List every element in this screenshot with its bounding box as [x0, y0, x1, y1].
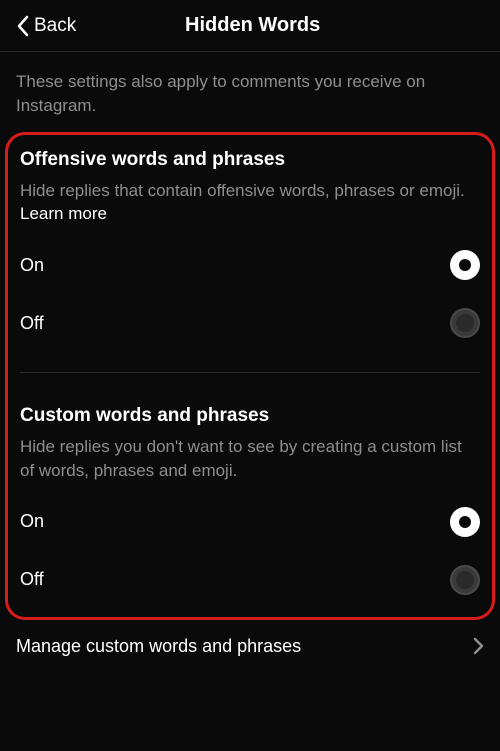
custom-section: Custom words and phrases Hide replies yo…	[8, 395, 492, 609]
chevron-right-icon	[473, 637, 484, 655]
offensive-on-label: On	[20, 255, 44, 276]
offensive-on-row[interactable]: On	[20, 236, 480, 294]
custom-desc: Hide replies you don't want to see by cr…	[20, 435, 480, 483]
offensive-section: Offensive words and phrases Hide replies…	[8, 139, 492, 353]
offensive-title: Offensive words and phrases	[20, 149, 480, 171]
custom-title: Custom words and phrases	[20, 405, 480, 427]
manage-custom-words-row[interactable]: Manage custom words and phrases	[0, 620, 500, 673]
intro-text: These settings also apply to comments yo…	[0, 52, 500, 132]
offensive-off-label: Off	[20, 313, 44, 334]
learn-more-link[interactable]: Learn more	[20, 204, 107, 223]
custom-on-row[interactable]: On	[20, 493, 480, 551]
offensive-desc: Hide replies that contain offensive word…	[20, 179, 480, 227]
manage-label: Manage custom words and phrases	[16, 636, 301, 657]
radio-unselected-icon	[450, 565, 480, 595]
section-divider	[20, 372, 480, 373]
custom-off-row[interactable]: Off	[20, 551, 480, 609]
custom-off-label: Off	[20, 569, 44, 590]
highlight-box: Offensive words and phrases Hide replies…	[5, 132, 495, 620]
header: Back Hidden Words	[0, 0, 500, 52]
radio-unselected-icon	[450, 308, 480, 338]
page-title: Hidden Words	[21, 14, 484, 37]
offensive-desc-text: Hide replies that contain offensive word…	[20, 181, 465, 200]
radio-selected-icon	[450, 250, 480, 280]
offensive-off-row[interactable]: Off	[20, 294, 480, 352]
radio-selected-icon	[450, 507, 480, 537]
custom-on-label: On	[20, 511, 44, 532]
